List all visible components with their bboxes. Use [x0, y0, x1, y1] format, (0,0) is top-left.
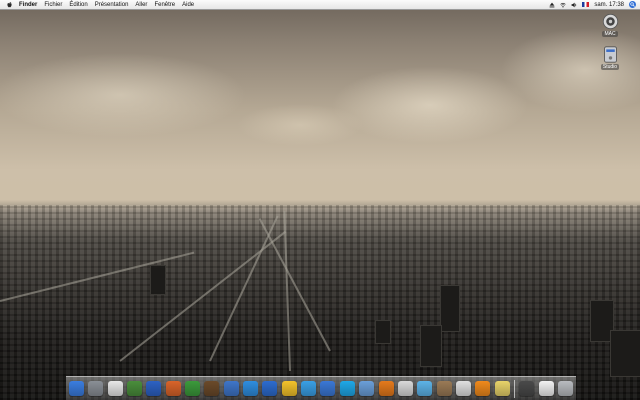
tower: [150, 265, 166, 295]
clock[interactable]: sam. 17:38: [594, 2, 624, 8]
volume-icon[interactable]: [571, 2, 577, 8]
menu-aller[interactable]: Aller: [135, 2, 147, 8]
excel-icon[interactable]: [185, 381, 201, 396]
word-icon[interactable]: [146, 381, 162, 396]
eject-icon[interactable]: [549, 2, 555, 8]
safari-icon[interactable]: [243, 381, 259, 396]
menu-bar: Finder Fichier Édition Présentation Alle…: [0, 0, 640, 10]
system-preferences-icon[interactable]: [88, 381, 104, 396]
desktop-icon-studio[interactable]: Studio: [595, 46, 625, 70]
menu-fichier[interactable]: Fichier: [44, 2, 62, 8]
external-drive-icon: [603, 46, 617, 63]
apple-icon[interactable]: [6, 1, 13, 8]
tower: [375, 320, 391, 344]
trash-icon[interactable]: [557, 381, 573, 396]
hard-drive-icon: [602, 13, 618, 30]
flag-fr-icon[interactable]: [582, 2, 590, 7]
desktop-icon-label: Studio: [600, 64, 620, 70]
skype-icon[interactable]: [339, 381, 355, 396]
itunes-icon[interactable]: [417, 381, 433, 396]
dock-separator: [513, 379, 515, 398]
tv-icon[interactable]: [519, 381, 535, 396]
city-skyline: [0, 205, 640, 400]
adium-icon[interactable]: [281, 381, 297, 396]
address-book-icon[interactable]: [436, 381, 452, 396]
menu-extras: sam. 17:38: [549, 0, 636, 9]
finder-icon[interactable]: [69, 381, 84, 396]
desktop-icon-mac[interactable]: MAC: [595, 13, 625, 37]
network-icon[interactable]: [359, 381, 375, 396]
wifi-icon[interactable]: [560, 2, 566, 8]
dock: [66, 376, 576, 400]
quicktime-icon[interactable]: [262, 381, 278, 396]
ichat-icon[interactable]: [320, 381, 336, 396]
menu-edition[interactable]: Édition: [69, 2, 87, 8]
vlc-icon[interactable]: [475, 381, 491, 396]
menu-aide[interactable]: Aide: [182, 2, 194, 8]
messenger-icon[interactable]: [301, 381, 317, 396]
menu-finder[interactable]: Finder: [19, 2, 37, 8]
ical-icon[interactable]: [107, 381, 123, 396]
firefox-icon[interactable]: [378, 381, 394, 396]
tower: [440, 285, 460, 332]
photo-icon[interactable]: [127, 381, 143, 396]
stickies-icon[interactable]: [494, 381, 510, 396]
garageband-icon[interactable]: [204, 381, 220, 396]
menu-fenetre[interactable]: Fenêtre: [154, 2, 175, 8]
tower: [610, 330, 640, 377]
tower: [420, 325, 442, 367]
powerpoint-icon[interactable]: [165, 381, 181, 396]
desktop-icon-label: MAC: [602, 31, 618, 37]
menu-presentation[interactable]: Présentation: [95, 2, 129, 8]
mail-icon[interactable]: [455, 381, 471, 396]
preview-icon[interactable]: [397, 381, 413, 396]
spotlight-icon[interactable]: [629, 1, 636, 8]
iphoto-icon[interactable]: [223, 381, 239, 396]
document-icon[interactable]: [538, 381, 554, 396]
